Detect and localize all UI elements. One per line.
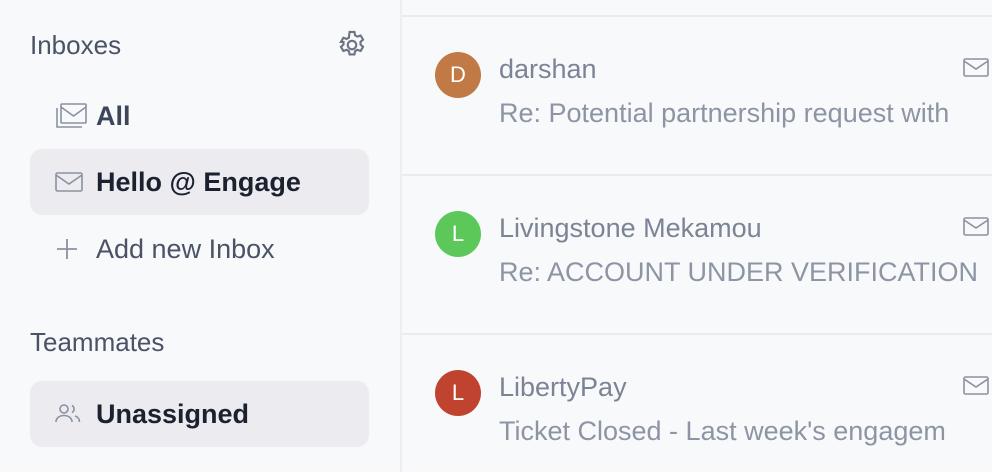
teammates-title: Teammates [30,327,165,357]
conversation-item[interactable]: D darshan Re: Potential partnership requ… [402,17,992,173]
mail-icon [54,171,90,193]
teammates-header: Teammates [30,327,370,358]
avatar: D [435,52,481,98]
sidebar-item-label: Unassigned [96,398,250,429]
gear-icon[interactable] [334,27,370,63]
sidebar-item-all[interactable]: All [30,83,369,149]
conversation-name: darshan [499,54,597,84]
conversation-name: Livingstone Mekamou [499,213,762,243]
sidebar-item-label: All [96,100,131,131]
inboxes-title: Inboxes [30,29,122,60]
users-icon [54,402,90,426]
avatar: L [435,370,481,416]
avatar-initial: L [451,380,465,405]
sidebar-item-label: Hello @ Engage [96,166,301,197]
conversation-name: LibertyPay [499,372,627,402]
mail-icon [962,57,990,84]
plus-icon [54,236,90,262]
conversation-preview: Ticket Closed - Last week's engagem [499,416,946,446]
conversation-list: D darshan Re: Potential partnership requ… [402,0,992,472]
inbox-stack-icon [54,102,90,130]
sidebar-item-hello-engage[interactable]: Hello @ Engage [30,149,369,215]
conversation-preview: Re: ACCOUNT UNDER VERIFICATION [499,257,979,287]
avatar-initial: D [450,62,466,87]
sidebar-item-unassigned[interactable]: Unassigned [30,381,369,447]
avatar-initial: L [451,221,465,246]
app: Inboxes All Hello @ Engage Add new Inbox… [0,0,992,472]
conversation-item[interactable]: L Livingstone Mekamou Re: ACCOUNT UNDER … [402,176,992,332]
conversation-preview: Re: Potential partnership request with [499,98,950,128]
sidebar: Inboxes All Hello @ Engage Add new Inbox… [0,0,402,472]
avatar: L [435,211,481,257]
sidebar-item-label: Add new Inbox [96,233,275,264]
mail-icon [962,375,990,402]
conversation-item[interactable]: L LibertyPay Ticket Closed - Last week's… [402,335,992,472]
mail-icon [962,216,990,243]
add-inbox-button[interactable]: Add new Inbox [30,216,369,282]
inboxes-header: Inboxes [30,27,370,63]
